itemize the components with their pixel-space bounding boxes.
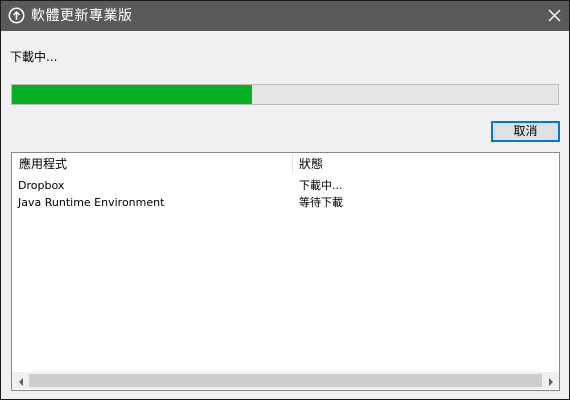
upload-arrow-circle-icon: [8, 7, 25, 24]
progress-fill: [12, 85, 253, 104]
app-status: 等待下載: [299, 196, 343, 209]
window-title: 軟體更新專業版: [31, 8, 133, 24]
column-divider[interactable]: [292, 154, 293, 174]
title-bar[interactable]: 軟體更新專業版: [1, 1, 569, 31]
scroll-thumb[interactable]: [29, 374, 542, 387]
chevron-right-icon: [548, 371, 554, 390]
app-name: Java Runtime Environment: [18, 196, 165, 209]
list-row[interactable]: Java Runtime Environment 等待下載: [12, 194, 557, 211]
cancel-button[interactable]: 取消: [491, 121, 560, 142]
update-window: 軟體更新專業版 下載中... 取消 應用程式 狀態 Dropbox 下載中...…: [0, 0, 570, 400]
app-status: 下載中...: [299, 179, 343, 192]
download-progress-bar: [11, 84, 559, 105]
list-row[interactable]: Dropbox 下載中...: [12, 177, 557, 194]
scroll-left-button[interactable]: [12, 372, 29, 389]
chevron-left-icon: [18, 371, 24, 390]
scroll-right-button[interactable]: [542, 372, 559, 389]
column-header-app[interactable]: 應用程式: [19, 153, 67, 175]
close-button[interactable]: [539, 1, 569, 31]
close-icon: [548, 7, 561, 26]
horizontal-scrollbar[interactable]: [12, 372, 559, 389]
app-list-view[interactable]: 應用程式 狀態 Dropbox 下載中... Java Runtime Envi…: [11, 152, 560, 391]
download-status-label: 下載中...: [10, 50, 58, 64]
app-name: Dropbox: [18, 179, 65, 192]
column-header-status[interactable]: 狀態: [299, 153, 323, 175]
